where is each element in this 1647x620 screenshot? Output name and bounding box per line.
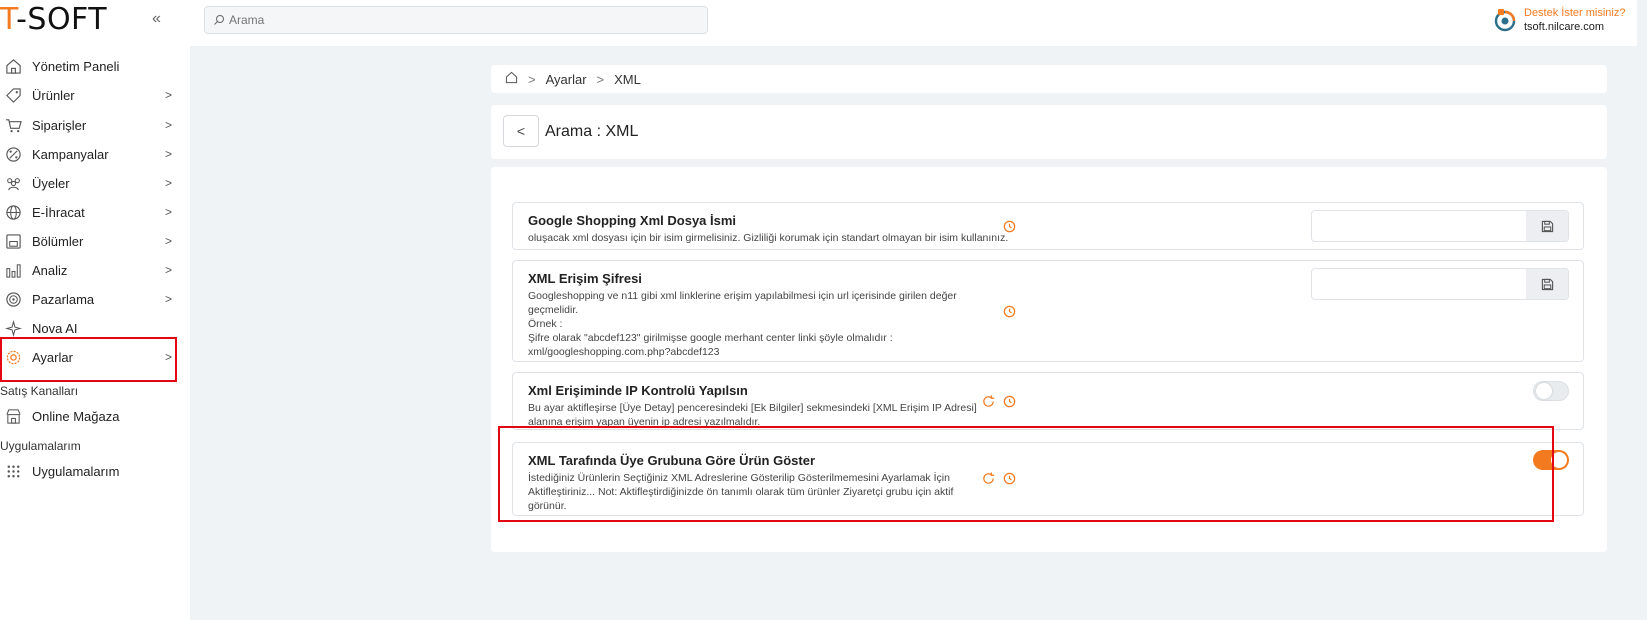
section-title-uygulamalarim: Uygulamalarım bbox=[0, 439, 81, 453]
home-icon bbox=[4, 57, 22, 75]
breadcrumb-ayarlar[interactable]: Ayarlar bbox=[546, 72, 587, 87]
sidebar-item-siparisler[interactable]: Siparişler > bbox=[0, 112, 185, 138]
top-header: T-SOFT « Destek İster misiniz? tsoft.nil… bbox=[0, 0, 1647, 46]
search-box[interactable] bbox=[204, 6, 708, 34]
highlight-ayarlar bbox=[0, 337, 177, 382]
search-icon bbox=[214, 15, 224, 25]
breadcrumb-xml: XML bbox=[614, 71, 641, 87]
history-icon[interactable] bbox=[1002, 394, 1018, 410]
save-button[interactable] bbox=[1526, 269, 1568, 299]
title-card: < Arama : XML bbox=[491, 105, 1607, 159]
sidebar-item-uyeler[interactable]: Üyeler > bbox=[0, 170, 185, 196]
sidebar-item-kampanyalar[interactable]: Kampanyalar > bbox=[0, 141, 185, 167]
chevron-right-icon: > bbox=[165, 88, 173, 102]
chevron-right-icon: > bbox=[528, 71, 536, 87]
settings-card: Google Shopping Xml Dosya İsmi oluşacak … bbox=[491, 167, 1607, 552]
back-button[interactable]: < bbox=[503, 115, 539, 147]
chevron-right-icon: > bbox=[165, 263, 173, 277]
cart-icon bbox=[4, 116, 22, 134]
sidebar: Yönetim Paneli Ürünler > Siparişler > Ka… bbox=[0, 46, 190, 620]
setting-google-shopping-filename: Google Shopping Xml Dosya İsmi oluşacak … bbox=[512, 202, 1584, 250]
chevron-right-icon: > bbox=[165, 292, 173, 306]
password-input-group bbox=[1311, 268, 1569, 300]
chevron-right-icon: > bbox=[165, 147, 173, 161]
password-input[interactable] bbox=[1312, 269, 1526, 299]
save-button[interactable] bbox=[1526, 211, 1568, 241]
section-title-satis-kanallari: Satış Kanalları bbox=[0, 384, 79, 398]
sidebar-item-online-magaza[interactable]: Online Mağaza bbox=[0, 403, 185, 429]
brand-logo[interactable]: T-SOFT bbox=[0, 2, 107, 37]
chevron-right-icon: > bbox=[165, 234, 173, 248]
chart-icon bbox=[4, 261, 22, 279]
page-edge bbox=[1637, 0, 1647, 620]
chevron-right-icon: > bbox=[165, 205, 173, 219]
home-icon[interactable] bbox=[505, 71, 518, 87]
sidebar-item-pazarlama[interactable]: Pazarlama > bbox=[0, 286, 185, 312]
setting-xml-access-password: XML Erişim Şifresi Googleshopping ve n11… bbox=[512, 260, 1584, 362]
tag-icon bbox=[4, 86, 22, 104]
sidebar-item-analiz[interactable]: Analiz > bbox=[0, 257, 185, 283]
highlight-setting bbox=[498, 426, 1554, 522]
setting-ip-control: Xml Erişiminde IP Kontrolü Yapılsın Bu a… bbox=[512, 372, 1584, 430]
double-chevron-left-icon[interactable]: « bbox=[152, 10, 161, 28]
chevron-right-icon: > bbox=[596, 71, 605, 87]
chevron-right-icon: > bbox=[165, 176, 173, 190]
history-icon[interactable] bbox=[1002, 219, 1018, 235]
support-question: Destek İster misiniz? bbox=[1524, 7, 1626, 19]
users-icon bbox=[4, 174, 22, 192]
history-icon[interactable] bbox=[1002, 304, 1018, 320]
sidebar-item-uygulamalarim[interactable]: Uygulamalarım bbox=[0, 458, 185, 484]
sparkle-icon bbox=[4, 319, 22, 337]
filename-input[interactable] bbox=[1312, 211, 1526, 241]
sidebar-item-bolumler[interactable]: Bölümler > bbox=[0, 228, 185, 254]
save-icon bbox=[1541, 278, 1553, 290]
chevron-right-icon: > bbox=[165, 118, 173, 132]
target-icon bbox=[4, 290, 22, 308]
search-input[interactable] bbox=[229, 13, 689, 27]
support-widget[interactable]: Destek İster misiniz? tsoft.nilcare.com bbox=[1492, 6, 1625, 34]
save-icon bbox=[1541, 220, 1553, 232]
globe-icon bbox=[4, 203, 22, 221]
store-icon bbox=[4, 407, 22, 425]
reset-icon[interactable] bbox=[981, 394, 997, 410]
support-domain: tsoft.nilcare.com bbox=[1524, 21, 1605, 33]
page-title: Arama : XML bbox=[545, 123, 639, 140]
percent-icon bbox=[4, 145, 22, 163]
sidebar-item-urunler[interactable]: Ürünler > bbox=[0, 82, 185, 108]
headset-icon bbox=[1494, 9, 1516, 32]
chevron-left-icon: < bbox=[516, 123, 526, 139]
apps-grid-icon bbox=[4, 462, 22, 480]
ip-control-toggle[interactable] bbox=[1533, 381, 1569, 401]
sidebar-item-e-ihracat[interactable]: E-İhracat > bbox=[0, 199, 185, 225]
breadcrumb: > Ayarlar > XML bbox=[491, 65, 1607, 93]
sidebar-item-yonetim-paneli[interactable]: Yönetim Paneli bbox=[0, 53, 185, 79]
filename-input-group bbox=[1311, 210, 1569, 242]
sections-icon bbox=[4, 232, 22, 250]
